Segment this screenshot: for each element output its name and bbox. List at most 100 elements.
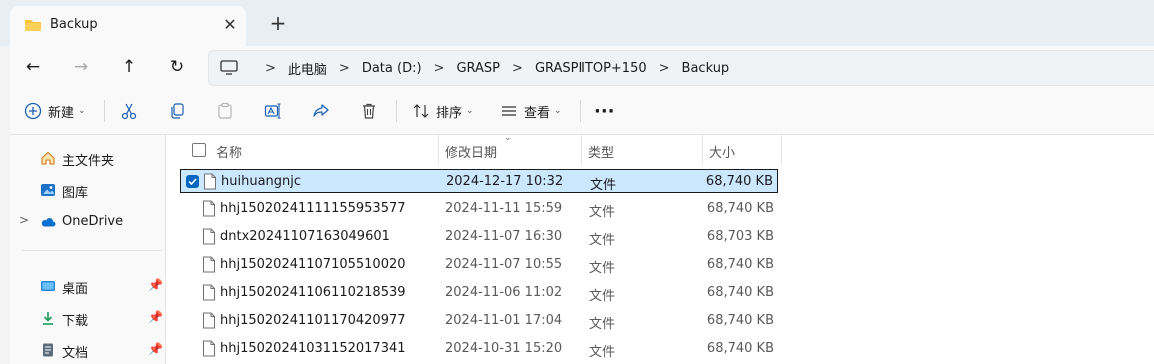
tab-backup[interactable]: Backup ✕ (10, 6, 246, 46)
file-size: 68,740 KB (706, 201, 774, 216)
file-name: hhj15020241107105510020 (220, 257, 406, 272)
share-button[interactable] (312, 98, 330, 124)
delete-button[interactable] (360, 98, 378, 124)
sidebar-divider (22, 250, 162, 251)
file-modified: 2024-11-07 10:55 (445, 257, 563, 272)
file-modified: 2024-11-07 16:30 (445, 229, 563, 244)
breadcrumb-separator[interactable]: > (659, 61, 670, 76)
file-size: 68,740 KB (706, 285, 774, 300)
home-icon (40, 150, 56, 166)
breadcrumb-separator[interactable]: > (512, 61, 523, 76)
toolbar-divider (104, 100, 105, 122)
file-name: dntx20241107163049601 (220, 229, 390, 244)
file-icon (203, 173, 217, 194)
file-modified: 2024-10-31 15:20 (445, 341, 563, 356)
file-name: hhj15020241106110218539 (220, 285, 406, 300)
column-type[interactable]: 类型 (588, 142, 614, 161)
file-modified: 2024-11-01 17:04 (445, 313, 563, 328)
breadcrumb-grasp-top[interactable]: GRASPⅡTOP+150 (535, 61, 647, 76)
file-size: 68,740 KB (706, 313, 774, 328)
file-type: 文件 (589, 205, 616, 220)
breadcrumb-grasp[interactable]: GRASP (456, 61, 500, 76)
file-icon (202, 256, 216, 277)
file-row[interactable]: dntx20241107163049601 2024-11-07 16:30 文件 6… (180, 225, 778, 249)
share-icon (313, 104, 329, 117)
new-button[interactable]: 新建 ⌄ (24, 98, 86, 124)
sidebar-item-label: 下载 (62, 314, 89, 329)
select-all-checkbox[interactable] (192, 143, 206, 157)
sidebar-item-gallery[interactable]: 图库 (10, 176, 165, 204)
chevron-right-icon[interactable]: > (19, 213, 29, 227)
cloud-icon (40, 214, 56, 230)
view-list-icon (502, 106, 516, 116)
file-size: 68,740 KB (706, 341, 774, 356)
breadcrumb: > 此电脑 > Data (D:) > GRASP > GRASPⅡTOP+15… (253, 51, 729, 85)
pin-icon[interactable]: 📌 (148, 310, 163, 324)
file-type: 文件 (589, 289, 616, 304)
up-arrow-icon[interactable]: ↑ (116, 54, 142, 80)
column-divider[interactable] (581, 135, 582, 165)
file-type: 文件 (589, 261, 616, 276)
file-type: 文件 (589, 233, 616, 248)
column-divider[interactable] (702, 135, 703, 165)
add-circle-icon (24, 102, 42, 120)
file-icon (202, 228, 216, 249)
close-tab-icon[interactable]: ✕ (220, 15, 240, 35)
paste-icon (218, 102, 232, 119)
more-options-icon[interactable]: ··· (594, 98, 615, 124)
address-bar[interactable]: > 此电脑 > Data (D:) > GRASP > GRASPⅡTOP+15… (208, 50, 1154, 86)
file-row[interactable]: hhj15020241031152017341 2024-10-31 15:20 文… (180, 337, 778, 361)
file-type: 文件 (590, 178, 617, 193)
forward-arrow-icon[interactable]: → (68, 54, 94, 80)
back-arrow-icon[interactable]: ← (20, 54, 46, 80)
view-button[interactable]: 查看 ⌄ (500, 98, 562, 124)
new-button-label: 新建 (48, 105, 75, 121)
chevron-down-icon: ⌄ (78, 106, 86, 116)
file-row[interactable]: hhj15020241111155953577 2024-11-11 15:59 文… (180, 197, 778, 221)
breadcrumb-separator[interactable]: > (339, 61, 350, 76)
file-row[interactable]: hhj15020241107105510020 2024-11-07 10:55 文… (180, 253, 778, 277)
sidebar-item-documents[interactable]: 文档 📌 (10, 336, 165, 364)
computer-icon[interactable] (220, 60, 238, 79)
breadcrumb-separator[interactable]: > (265, 61, 276, 76)
row-checkbox[interactable] (186, 175, 199, 188)
toolbar-divider (580, 100, 581, 122)
toolbar-divider (396, 100, 397, 122)
sidebar-item-downloads[interactable]: 下载 📌 (10, 304, 165, 332)
cut-button[interactable] (120, 98, 138, 124)
pin-icon[interactable]: 📌 (148, 278, 163, 292)
file-name: hhj15020241101170420977 (220, 313, 406, 328)
sort-arrows-icon (413, 104, 429, 118)
column-modified[interactable]: 修改日期 (445, 142, 497, 161)
view-button-label: 查看 (524, 105, 551, 121)
sidebar-item-desktop[interactable]: 桌面 📌 (10, 272, 165, 300)
file-row[interactable]: huihuangnjc 2024-12-17 10:32 文件 68,740 KB (180, 169, 778, 193)
sidebar-item-home[interactable]: 主文件夹 (10, 144, 165, 172)
pin-icon[interactable]: 📌 (148, 342, 163, 356)
paste-button[interactable] (216, 98, 234, 124)
file-row[interactable]: hhj15020241101170420977 2024-11-01 17:04 文… (180, 309, 778, 333)
file-modified: 2024-11-11 15:59 (445, 201, 563, 216)
sidebar-item-label: OneDrive (62, 214, 124, 229)
column-header: 名称 ⌄ 修改日期 类型 大小 (166, 133, 1154, 165)
breadcrumb-data-drive[interactable]: Data (D:) (362, 61, 422, 76)
file-type: 文件 (589, 317, 616, 332)
refresh-icon[interactable]: ↻ (164, 54, 190, 80)
copy-button[interactable] (168, 98, 186, 124)
column-name[interactable]: 名称 (216, 142, 242, 161)
sidebar-item-label: 文档 (62, 346, 89, 361)
breadcrumb-this-pc[interactable]: 此电脑 (288, 59, 327, 78)
file-list: 名称 ⌄ 修改日期 类型 大小 huihuangnjc 2024-12-17 10… (166, 133, 1154, 364)
column-size[interactable]: 大小 (709, 142, 735, 161)
new-tab-icon[interactable]: + (268, 13, 288, 34)
file-row[interactable]: hhj15020241106110218539 2024-11-06 11:02 文… (180, 281, 778, 305)
sidebar-item-onedrive[interactable]: > OneDrive (10, 208, 165, 236)
column-divider[interactable] (781, 135, 782, 165)
sort-button[interactable]: 排序 ⌄ (412, 98, 474, 124)
trash-icon (363, 103, 375, 119)
rename-button[interactable] (264, 98, 282, 124)
breadcrumb-backup[interactable]: Backup (682, 61, 730, 76)
breadcrumb-separator[interactable]: > (434, 61, 445, 76)
file-icon (202, 284, 216, 305)
column-divider[interactable] (438, 135, 439, 165)
